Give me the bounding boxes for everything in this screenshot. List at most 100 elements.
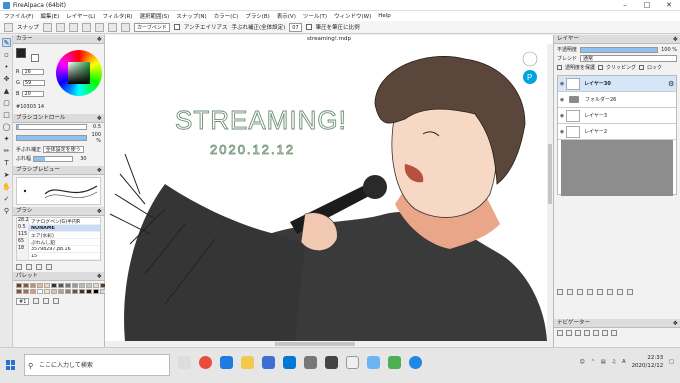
ime-icon[interactable]: A <box>622 359 625 365</box>
palette-swatch[interactable] <box>58 283 64 288</box>
gradient-tool-icon[interactable]: ▢ <box>2 98 11 107</box>
move-tool-icon[interactable]: ✥ <box>2 74 11 83</box>
close-button[interactable]: ✕ <box>658 1 680 9</box>
menu-brush[interactable]: ブラシ(B) <box>245 12 269 20</box>
curve-select[interactable]: カーブペンド <box>134 22 170 32</box>
palette-swatch[interactable] <box>16 289 22 294</box>
dropper-tool-icon[interactable]: ✓ <box>2 194 11 203</box>
palette-delete-icon[interactable] <box>53 298 60 304</box>
correction-select[interactable]: 07 <box>289 22 302 32</box>
protect-checkbox[interactable] <box>557 65 562 70</box>
firealpaca-task-icon[interactable] <box>346 356 359 369</box>
browser-icon[interactable] <box>409 356 422 369</box>
snap-cross-icon[interactable] <box>69 22 79 32</box>
avatar[interactable] <box>522 51 538 67</box>
app-icon[interactable] <box>367 356 380 369</box>
canvas-area[interactable]: streaming!.mdp STREAMING! 2020.12.12 P <box>105 35 553 347</box>
photos-icon[interactable] <box>304 356 317 369</box>
rotate-left-icon[interactable] <box>584 330 590 336</box>
palette-swatch[interactable] <box>30 289 36 294</box>
menu-edit[interactable]: 編集(E) <box>40 12 59 20</box>
palette-swatch[interactable] <box>93 289 99 294</box>
layer-row[interactable]: ◉ フォルダー26 <box>558 92 676 108</box>
brush-item[interactable]: 18 35798297.p8.16 <box>17 246 100 253</box>
rotate-right-icon[interactable] <box>593 330 599 336</box>
snap-radial-icon[interactable] <box>82 22 92 32</box>
person-icon[interactable]: ☺ <box>580 359 585 365</box>
folder-icon[interactable] <box>26 264 32 270</box>
windows-start-icon[interactable] <box>6 360 16 370</box>
eye-icon[interactable]: ◉ <box>558 113 566 119</box>
maximize-button[interactable]: □ <box>636 1 658 9</box>
palette-swatch[interactable] <box>72 283 78 288</box>
palette-swatch[interactable] <box>65 283 71 288</box>
text-tool-icon[interactable]: T <box>2 158 11 167</box>
eye-icon[interactable]: ◉ <box>558 81 566 87</box>
flip-icon[interactable] <box>611 330 617 336</box>
new-brush-icon[interactable] <box>16 264 22 270</box>
gear-icon[interactable]: ⚙ <box>668 80 676 88</box>
palette-swatch[interactable] <box>44 289 50 294</box>
menu-help[interactable]: Help <box>378 13 391 19</box>
network-icon[interactable]: ▤ <box>601 359 606 365</box>
menu-filter[interactable]: フィルタ(R) <box>102 12 132 20</box>
palette-swatch[interactable] <box>51 289 57 294</box>
pin-icon[interactable]: ❖ <box>673 319 678 328</box>
palette-save-icon[interactable] <box>43 298 50 304</box>
mail-icon[interactable] <box>283 356 296 369</box>
calculator-icon[interactable] <box>325 356 338 369</box>
pin-icon[interactable]: ❖ <box>97 35 102 44</box>
brush-opacity-slider[interactable] <box>16 135 87 141</box>
magic-wand-tool-icon[interactable]: ✦ <box>2 134 11 143</box>
clock[interactable]: 22:33 2020/12/12 <box>632 354 664 370</box>
new-layer-icon[interactable] <box>557 289 563 295</box>
chrome-icon[interactable] <box>199 356 212 369</box>
snap-parallel-icon[interactable] <box>56 22 66 32</box>
delete-layer-icon[interactable] <box>627 289 633 295</box>
palette-swatch[interactable] <box>30 283 36 288</box>
pin-icon[interactable]: ❖ <box>97 272 102 281</box>
menu-tool[interactable]: ツール(T) <box>303 12 327 20</box>
wobble-slider[interactable] <box>32 155 73 162</box>
brush-item[interactable]: 65 ぷれんし鉛 <box>17 239 100 246</box>
menu-file[interactable]: ファイル(F) <box>4 12 33 20</box>
blend-select[interactable]: 通常 <box>580 55 677 62</box>
palette-swatch[interactable] <box>51 283 57 288</box>
merge-layer-icon[interactable] <box>607 289 613 295</box>
palette-swatch[interactable] <box>72 289 78 294</box>
menu-select[interactable]: 選択範囲(S) <box>139 12 169 20</box>
edge-icon[interactable] <box>220 356 233 369</box>
clear-layer-icon[interactable] <box>617 289 623 295</box>
layer-row[interactable]: ◉ レイヤー30 ⚙ <box>558 76 676 92</box>
pin-icon[interactable]: ❖ <box>673 35 678 44</box>
dot-tool-icon[interactable]: • <box>2 62 11 71</box>
brush-item[interactable]: 15 <box>17 253 100 260</box>
layer-row[interactable]: ◉ レイヤー2 <box>558 124 676 140</box>
layer-opacity-slider[interactable] <box>580 46 659 53</box>
select-tool-icon[interactable]: □ <box>2 110 11 119</box>
palette-swatch[interactable] <box>86 283 92 288</box>
chevron-up-icon[interactable]: ⌃ <box>591 359 595 365</box>
b-input[interactable]: 20 <box>22 90 45 97</box>
background-color-swatch[interactable] <box>31 54 39 62</box>
zoom-tool-icon[interactable]: ⚲ <box>2 206 11 215</box>
palette-swatch[interactable] <box>37 283 43 288</box>
palette-swatch[interactable] <box>86 289 92 294</box>
palette-swatch[interactable] <box>58 289 64 294</box>
palette-swatch[interactable] <box>93 283 99 288</box>
menu-layer[interactable]: レイヤー(L) <box>66 12 95 20</box>
zoom-fit-icon[interactable] <box>575 330 581 336</box>
minimize-button[interactable]: – <box>614 1 636 9</box>
pin-icon[interactable]: ❖ <box>97 207 102 216</box>
g-input[interactable]: 59 <box>22 79 45 86</box>
snap-off-icon[interactable] <box>43 22 53 32</box>
palette-swatch[interactable] <box>16 283 22 288</box>
snap-icon[interactable] <box>4 22 13 32</box>
palette-swatch[interactable] <box>44 283 50 288</box>
file-explorer-icon[interactable] <box>241 356 254 369</box>
document-tab[interactable]: streaming!.mdp <box>105 35 553 44</box>
palette-swatch[interactable] <box>65 289 71 294</box>
menu-view[interactable]: 表示(V) <box>277 12 296 20</box>
taskbar-search-input[interactable]: ⚲ ここに入力して検索 <box>24 354 170 376</box>
zoom-in-icon[interactable] <box>557 330 563 336</box>
